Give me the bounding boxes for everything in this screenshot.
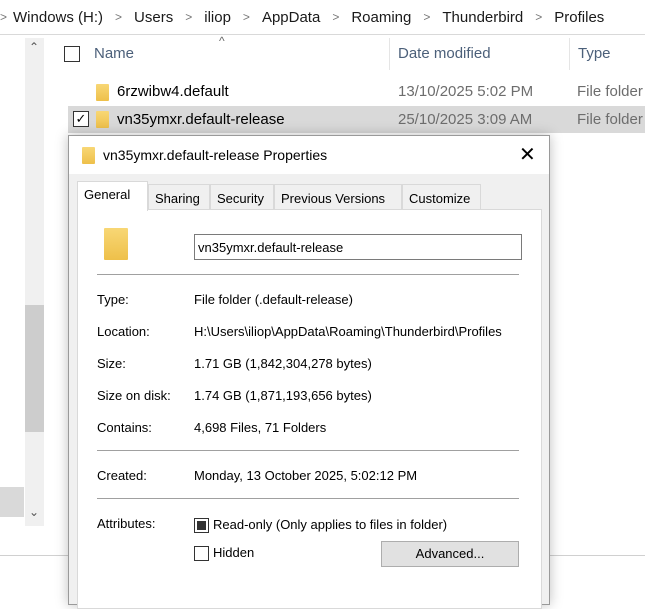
file-name: 6rzwibw4.default [117,83,229,100]
size-on-disk-label: Size on disk: [97,388,171,403]
folder-large-icon [104,228,128,260]
breadcrumb-item[interactable]: AppData [262,9,320,26]
hidden-label[interactable]: Hidden [213,545,254,560]
breadcrumb: > Windows (H:) > Users > iliop > AppData > R… [0,0,645,35]
folder-icon [96,84,109,101]
size-on-disk-value: 1.74 GB (1,871,193,656 bytes) [194,388,372,403]
file-type: File folder [577,83,643,100]
created-value: Monday, 13 October 2025, 5:02:12 PM [194,468,418,483]
file-row[interactable]: 6rzwibw4.default 13/10/2025 5:02 PM File… [68,80,645,105]
column-divider[interactable] [389,38,390,70]
tab-previous-versions[interactable]: Previous Versions [274,184,402,210]
scroll-down-icon[interactable]: ⌄ [29,505,39,519]
chevron-right-icon: > [115,10,123,24]
location-value: H:\Users\iliop\AppData\Roaming\Thunderbi… [194,324,502,339]
general-panel: Type: File folder (.default-release) Loc… [77,209,542,609]
column-header-date[interactable]: Date modified [398,45,491,62]
divider [97,450,519,451]
contains-label: Contains: [97,420,152,435]
nav-pane-selected-item[interactable] [0,487,24,517]
location-label: Location: [97,324,150,339]
tab-security[interactable]: Security [210,184,274,210]
size-value: 1.71 GB (1,842,304,278 bytes) [194,356,372,371]
type-value: File folder (.default-release) [194,292,353,307]
readonly-checkbox-indeterminate[interactable] [194,518,209,533]
breadcrumb-item[interactable]: Profiles [554,9,604,26]
dialog-title: vn35ymxr.default-release Properties [103,147,328,163]
size-label: Size: [97,356,126,371]
chevron-right-icon: > [0,10,8,24]
tab-customize[interactable]: Customize [402,184,481,210]
tab-general[interactable]: General [77,181,148,211]
type-label: Type: [97,292,129,307]
row-checkbox-checked[interactable]: ✓ [73,111,89,127]
file-date: 13/10/2025 5:02 PM [398,83,534,100]
created-label: Created: [97,468,147,483]
properties-dialog: vn35ymxr.default-release Properties ✕ Ge… [68,135,550,609]
column-header-name[interactable]: Name [94,45,134,62]
select-all-checkbox[interactable] [64,46,80,62]
column-header-type[interactable]: Type [578,45,611,62]
divider [97,498,519,499]
close-icon[interactable]: ✕ [519,142,536,167]
folder-name-input[interactable] [194,234,522,260]
breadcrumb-item[interactable]: Thunderbird [442,9,523,26]
breadcrumb-item[interactable]: Roaming [351,9,411,26]
advanced-button[interactable]: Advanced... [381,541,519,567]
file-type: File folder [577,111,643,128]
file-name: vn35ymxr.default-release [117,111,285,128]
chevron-right-icon: > [242,10,250,24]
chevron-right-icon: > [185,10,193,24]
readonly-label[interactable]: Read-only (Only applies to files in fold… [213,517,447,532]
folder-icon [96,111,109,128]
dialog-titlebar[interactable]: vn35ymxr.default-release Properties ✕ [69,136,549,174]
scroll-up-icon[interactable]: ⌃ [29,40,39,54]
tab-sharing[interactable]: Sharing [148,184,210,210]
scrollbar-thumb[interactable] [25,305,44,432]
breadcrumb-item[interactable]: iliop [204,9,231,26]
file-row-selected[interactable]: ✓ vn35ymxr.default-release 25/10/2025 3:… [68,106,645,133]
hidden-checkbox[interactable] [194,546,209,561]
chevron-right-icon: > [332,10,340,24]
file-date: 25/10/2025 3:09 AM [398,111,533,128]
attributes-label: Attributes: [97,516,156,531]
chevron-right-icon: > [535,10,543,24]
breadcrumb-item[interactable]: Windows (H:) [13,9,103,26]
sort-ascending-icon: ^ [219,34,225,48]
folder-icon [82,147,95,164]
nav-pane-scrollbar[interactable] [25,38,44,526]
contains-value: 4,698 Files, 71 Folders [194,420,327,435]
breadcrumb-item[interactable]: Users [134,9,173,26]
column-divider[interactable] [569,38,570,70]
divider [97,274,519,275]
chevron-right-icon: > [423,10,431,24]
